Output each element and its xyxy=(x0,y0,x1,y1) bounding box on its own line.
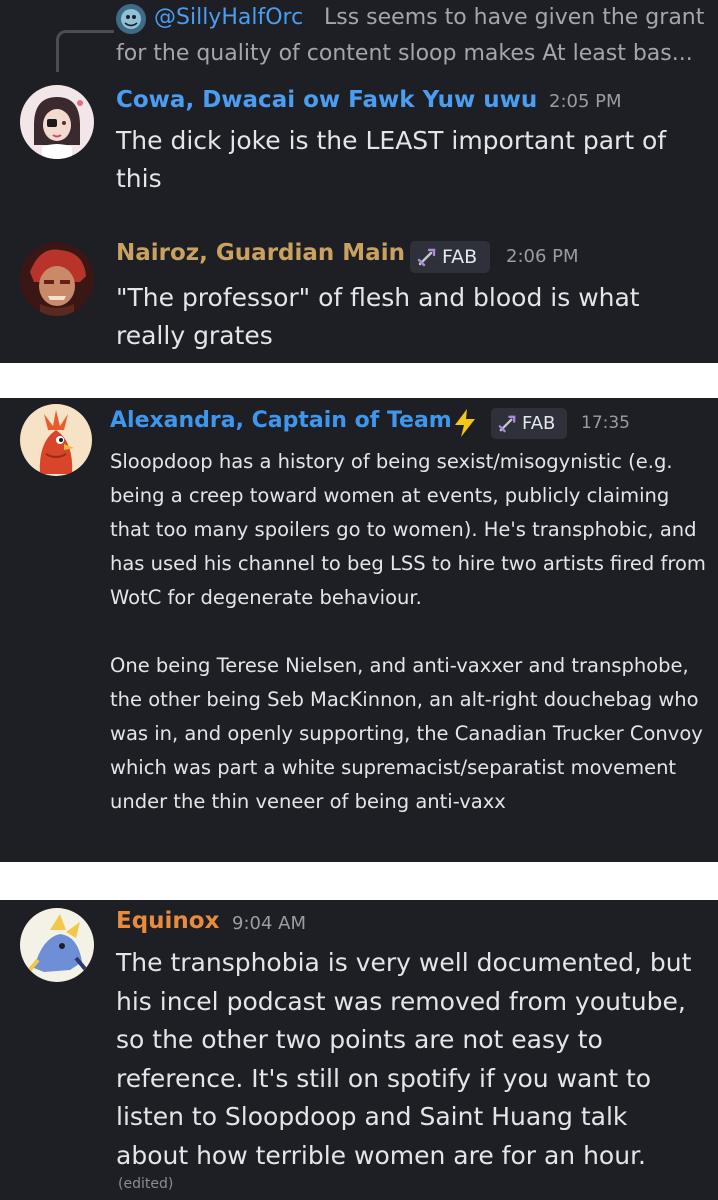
avatar[interactable] xyxy=(20,85,94,159)
edited-label: (edited) xyxy=(118,1176,174,1192)
message-text: The transphobia is very well documented,… xyxy=(116,948,692,1170)
message-paragraph: Sloopdoop has a history of being sexist/… xyxy=(110,450,706,609)
server-tag-label: FAB xyxy=(522,413,556,434)
reply-avatar[interactable] xyxy=(116,4,146,34)
server-tag[interactable]: FAB xyxy=(410,241,490,273)
reply-connector xyxy=(56,30,114,72)
sword-icon xyxy=(498,415,516,433)
message-author[interactable]: Equinox xyxy=(116,908,219,934)
message-author[interactable]: Cowa, Dwacai ow Fawk Yuw uwu xyxy=(116,87,537,113)
sword-icon xyxy=(417,248,436,267)
reply-preview-line2[interactable]: for the quality of content sloop makes A… xyxy=(116,41,693,66)
message-paragraph: One being Terese Nielsen, and anti-vaxxe… xyxy=(110,654,703,813)
screenshot-panel-1: @SillyHalfOrc Lss seems to have given th… xyxy=(0,0,718,363)
avatar[interactable] xyxy=(20,908,94,982)
message-author[interactable]: Nairoz, Guardian Main xyxy=(116,240,405,266)
server-tag[interactable]: FAB xyxy=(491,408,567,439)
reply-preview-line1[interactable]: Lss seems to have given the grant xyxy=(324,5,704,30)
message-timestamp: 17:35 xyxy=(581,413,630,433)
message-timestamp: 9:04 AM xyxy=(232,913,306,934)
message-text: "The professor" of flesh and blood is wh… xyxy=(116,283,640,350)
reply-username[interactable]: @SillyHalfOrc xyxy=(154,5,303,30)
server-tag-label: FAB xyxy=(442,246,478,268)
screenshot-panel-3: Equinox 9:04 AM The transphobia is very … xyxy=(0,900,718,1200)
message-author[interactable]: Alexandra, Captain of Team xyxy=(110,408,452,433)
avatar[interactable] xyxy=(20,404,92,476)
message-text: Sloopdoop has a history of being sexist/… xyxy=(110,445,710,819)
message-text: The dick joke is the LEAST important par… xyxy=(116,126,667,193)
message-timestamp: 2:06 PM xyxy=(506,246,579,267)
avatar[interactable] xyxy=(20,242,94,316)
screenshot-panel-2: Alexandra, Captain of Team FAB 17:35 Slo… xyxy=(0,398,718,862)
message-timestamp: 2:05 PM xyxy=(549,91,622,112)
lightning-bolt-icon xyxy=(455,409,475,437)
